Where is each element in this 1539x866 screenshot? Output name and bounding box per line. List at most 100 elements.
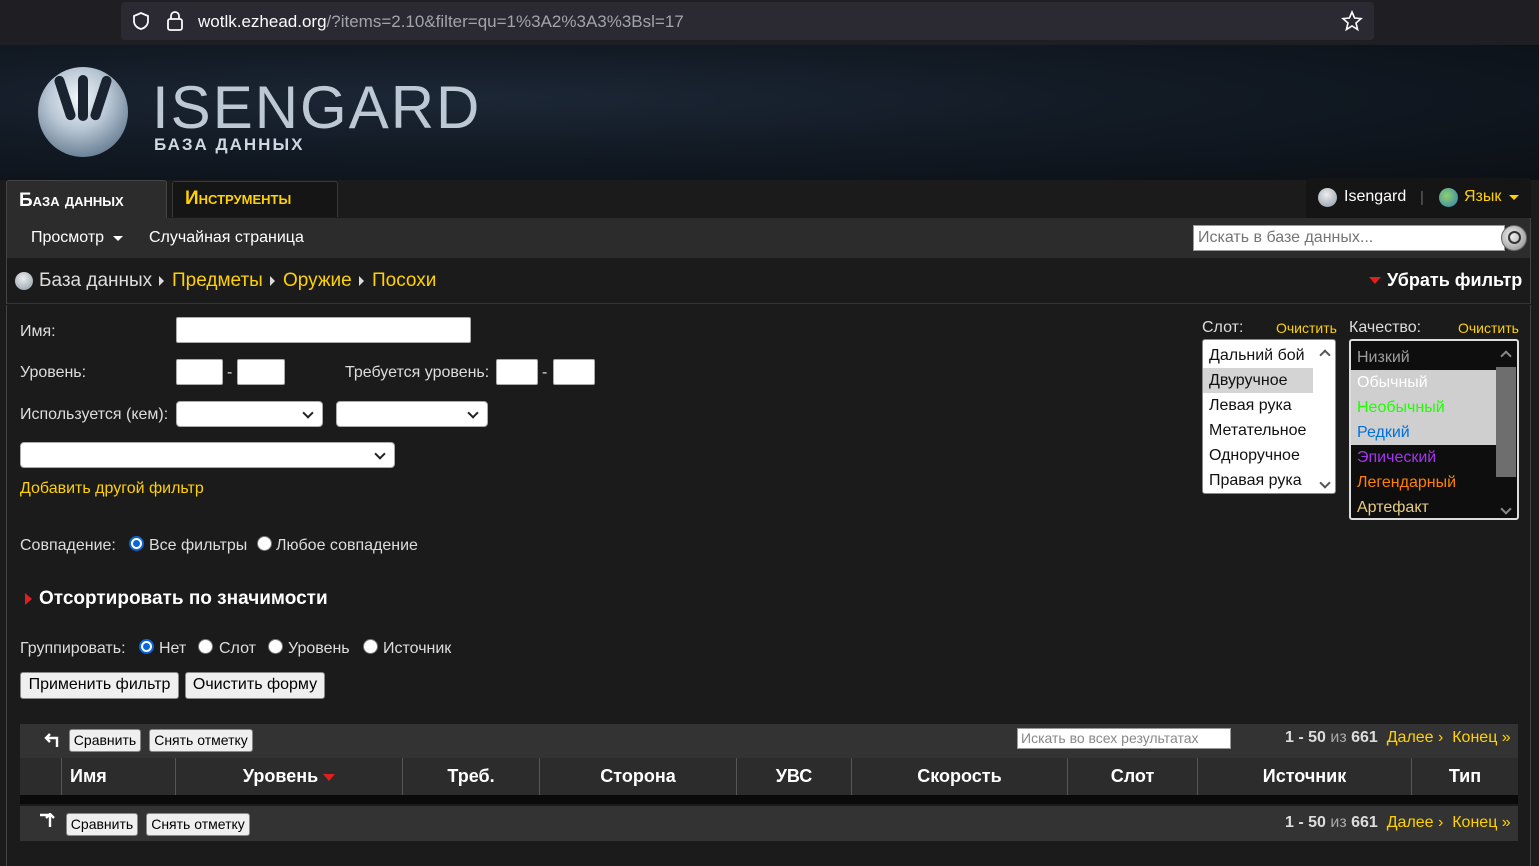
quality-option-uncommon[interactable]: Необычный [1351, 395, 1496, 420]
scrollbar-thumb[interactable] [1496, 367, 1516, 477]
group-none-label[interactable]: Нет [159, 640, 186, 658]
last-page-link[interactable]: Конец » [1452, 814, 1510, 831]
tab-tools[interactable]: Инструменты [172, 181, 338, 217]
slot-option[interactable]: Двуручное [1203, 368, 1313, 393]
breadcrumb-weapons[interactable]: Оружие [283, 270, 352, 292]
req-level-min-input[interactable] [496, 359, 538, 385]
scroll-down-icon[interactable] [1500, 503, 1512, 515]
scroll-up-icon[interactable] [1500, 350, 1512, 362]
clear-form-button[interactable]: Очистить форму [185, 672, 325, 699]
next-page-link[interactable]: Далее › [1387, 729, 1444, 746]
column-side[interactable]: Сторона [540, 758, 737, 795]
match-label: Совпадение: [20, 537, 116, 554]
bookmark-star-icon[interactable] [1341, 10, 1363, 32]
url-text[interactable]: wotlk.ezhead.org/?items=2.10&filter=qu=1… [198, 12, 684, 32]
slot-option[interactable]: Метательное [1203, 418, 1313, 443]
lock-icon[interactable] [165, 10, 185, 32]
quality-option-epic[interactable]: Эпический [1351, 445, 1496, 470]
scroll-down-icon[interactable] [1319, 477, 1331, 489]
slot-option[interactable]: Левая рука [1203, 393, 1313, 418]
scroll-up-icon[interactable] [1319, 349, 1331, 361]
globe-icon [1439, 188, 1458, 207]
user-avatar-icon [1318, 188, 1337, 207]
select-all-arrow-icon[interactable] [38, 813, 56, 829]
group-level-label[interactable]: Уровень [288, 640, 350, 658]
menu-browse[interactable]: Просмотр [31, 229, 104, 247]
results-toolbar-bottom: Сравнить Снять отметку 1 - 50 из 661 Дал… [20, 806, 1518, 841]
caret-down-icon[interactable] [1369, 277, 1381, 284]
group-source-label[interactable]: Источник [383, 640, 451, 658]
column-slot[interactable]: Слот [1068, 758, 1198, 795]
uncheck-button[interactable]: Снять отметку [146, 813, 250, 836]
sort-by-relevance-toggle[interactable]: Отсортировать по значимости [39, 588, 328, 610]
breadcrumb-staves[interactable]: Посохи [372, 270, 436, 292]
name-label: Имя: [20, 323, 56, 340]
last-page-link[interactable]: Конец » [1452, 729, 1510, 746]
search-icon[interactable] [1501, 225, 1527, 251]
column-level[interactable]: Уровень [176, 758, 403, 795]
shield-icon[interactable] [131, 11, 151, 31]
table-body-empty [20, 795, 1518, 804]
next-page-link[interactable]: Далее › [1387, 814, 1444, 831]
column-name[interactable]: Имя [62, 758, 176, 795]
match-any-radio[interactable] [257, 536, 272, 551]
quality-clear-link[interactable]: Очистить [1458, 320, 1519, 336]
menu-random-page[interactable]: Случайная страница [149, 229, 304, 247]
used-by-spec-select[interactable] [336, 401, 488, 427]
match-all-radio[interactable] [129, 536, 144, 551]
quality-label: Качество: [1349, 319, 1422, 336]
tab-database[interactable]: База данных [6, 180, 167, 218]
group-source-radio[interactable] [363, 639, 378, 654]
select-all-arrow-icon[interactable] [42, 732, 60, 748]
quality-listbox[interactable]: Низкий Обычный Необычный Редкий Эпически… [1349, 339, 1519, 520]
name-input[interactable] [176, 317, 471, 343]
match-any-label[interactable]: Любое совпадение [276, 537, 418, 555]
compare-button[interactable]: Сравнить [69, 729, 141, 752]
apply-filter-button[interactable]: Применить фильтр [20, 672, 179, 699]
isengard-logo-icon[interactable] [38, 67, 128, 157]
page-range: 1 - 50 [1285, 814, 1326, 831]
group-level-radio[interactable] [268, 639, 283, 654]
column-required[interactable]: Треб. [403, 758, 540, 795]
quality-option-rare[interactable]: Редкий [1351, 420, 1496, 445]
slot-option[interactable]: Одноручное [1203, 443, 1313, 468]
compare-button[interactable]: Сравнить [66, 813, 138, 836]
column-dps[interactable]: УВС [737, 758, 852, 795]
match-all-label[interactable]: Все фильтры [149, 537, 247, 555]
group-none-radio[interactable] [139, 639, 154, 654]
used-by-class-select[interactable] [176, 401, 323, 427]
results-search-input[interactable]: Искать во всех результатах [1017, 728, 1231, 749]
column-source[interactable]: Источник [1198, 758, 1412, 795]
extra-filter-select[interactable] [20, 442, 395, 468]
slot-clear-link[interactable]: Очистить [1276, 320, 1337, 336]
level-max-input[interactable] [237, 359, 285, 385]
user-name-link[interactable]: Isengard [1344, 188, 1406, 206]
caret-down-icon[interactable] [1509, 195, 1519, 200]
language-menu[interactable]: Язык [1464, 188, 1501, 206]
slot-option[interactable]: Правая рука [1203, 468, 1313, 493]
column-speed[interactable]: Скорость [852, 758, 1068, 795]
quality-option-artifact[interactable]: Артефакт [1351, 495, 1496, 518]
quality-option-common[interactable]: Обычный [1351, 370, 1496, 395]
req-level-max-input[interactable] [553, 359, 595, 385]
group-slot-label[interactable]: Слот [219, 640, 256, 658]
slot-option[interactable]: Дальний бой [1203, 343, 1313, 368]
slot-listbox[interactable]: Дальний бой Двуручное Левая рука Метател… [1202, 339, 1336, 494]
chevron-right-icon [159, 276, 164, 286]
remove-filter-link[interactable]: Убрать фильтр [1387, 270, 1522, 291]
breadcrumb-root[interactable]: База данных [39, 270, 152, 292]
group-slot-radio[interactable] [198, 639, 213, 654]
level-min-input[interactable] [176, 359, 223, 385]
address-bar[interactable]: wotlk.ezhead.org/?items=2.10&filter=qu=1… [121, 2, 1374, 40]
level-dash: - [227, 364, 233, 381]
caret-right-icon[interactable] [25, 593, 32, 605]
add-filter-link[interactable]: Добавить другой фильтр [20, 480, 204, 498]
uncheck-button[interactable]: Снять отметку [149, 729, 253, 752]
quality-option-legendary[interactable]: Легендарный [1351, 470, 1496, 495]
quality-option-poor[interactable]: Низкий [1351, 345, 1496, 370]
caret-down-icon[interactable] [113, 236, 123, 241]
column-type[interactable]: Тип [1412, 758, 1518, 795]
logo-title[interactable]: ISENGARD [152, 73, 481, 142]
breadcrumb-items[interactable]: Предметы [172, 270, 263, 292]
site-search-input[interactable] [1193, 225, 1505, 251]
